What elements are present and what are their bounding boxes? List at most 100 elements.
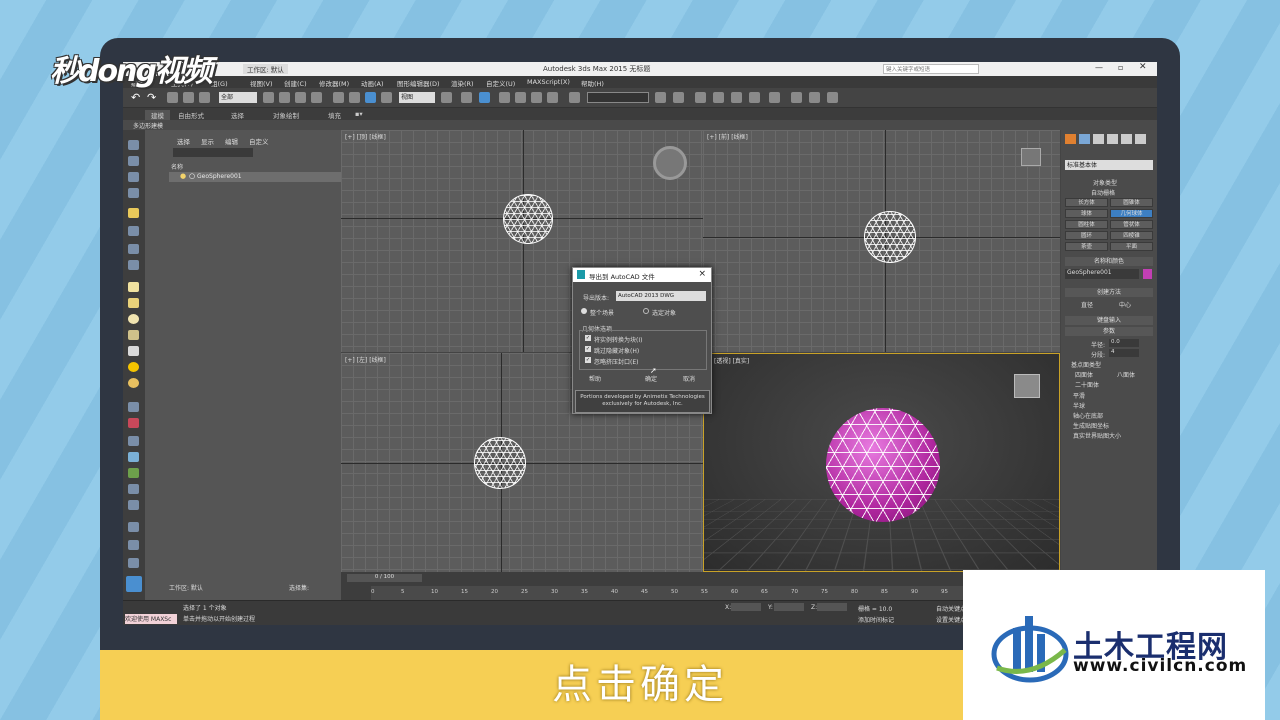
center-radio[interactable]: 中心 bbox=[1119, 300, 1131, 309]
search-input[interactable]: 键入关键字或短语 bbox=[883, 64, 979, 74]
octa-radio[interactable]: 八面体 bbox=[1117, 370, 1135, 379]
rendered-frame-icon[interactable] bbox=[809, 92, 820, 103]
plane-button[interactable]: 平面 bbox=[1110, 242, 1153, 251]
tube-button[interactable]: 管状体 bbox=[1110, 220, 1153, 229]
close-button[interactable]: ✕ bbox=[1139, 62, 1147, 72]
placement-icon[interactable] bbox=[381, 92, 392, 103]
segments-input[interactable]: 4 bbox=[1109, 349, 1139, 357]
edit-named-selection-icon[interactable] bbox=[569, 92, 580, 103]
menu-view[interactable]: 视图(V) bbox=[250, 78, 273, 88]
geosphere-front[interactable] bbox=[864, 211, 916, 263]
layer-explorer-icon[interactable] bbox=[695, 92, 706, 103]
display-tab-icon[interactable] bbox=[1121, 134, 1132, 144]
bind-spacewarp-icon[interactable] bbox=[199, 92, 210, 103]
left-tool-icon[interactable] bbox=[128, 188, 139, 198]
maxscript-listener[interactable]: 欢迎使用 MAXSc bbox=[125, 614, 177, 624]
menu-customize[interactable]: 自定义(U) bbox=[486, 78, 515, 88]
scene-tab-edit[interactable]: 编辑 bbox=[225, 136, 238, 146]
cone-button[interactable]: 圆锥体 bbox=[1110, 198, 1153, 207]
category-dropdown[interactable]: 标准基本体 bbox=[1065, 160, 1153, 170]
workspace-label[interactable]: 工作区: 默认 bbox=[243, 64, 288, 74]
named-selection-set-dropdown[interactable] bbox=[587, 92, 649, 103]
ignore-caps-checkbox[interactable]: ✓ bbox=[585, 357, 591, 363]
viewport-left-label[interactable]: [+] [左] [线框] bbox=[345, 355, 386, 364]
geosphere-top[interactable] bbox=[503, 194, 553, 244]
scene-tab-select[interactable]: 选择 bbox=[177, 136, 190, 146]
hemisphere-checkbox[interactable]: 半球 bbox=[1073, 401, 1085, 410]
maximize-button[interactable]: ▫ bbox=[1118, 63, 1123, 72]
scene-tab-customize[interactable]: 自定义 bbox=[249, 136, 269, 146]
rect-region-icon[interactable] bbox=[295, 92, 306, 103]
y-coordinate-input[interactable] bbox=[774, 603, 804, 611]
set-key-button[interactable]: 设置关键点 bbox=[936, 615, 966, 624]
ribbon-tab-modeling[interactable]: 建模 bbox=[145, 110, 170, 120]
motion-tab-icon[interactable] bbox=[1107, 134, 1118, 144]
skip-hidden-checkbox[interactable]: ✓ bbox=[585, 346, 591, 352]
creation-method-rollout[interactable]: 创建方法 bbox=[1065, 288, 1153, 297]
tetra-radio[interactable]: 四面体 bbox=[1075, 370, 1093, 379]
x-coordinate-input[interactable] bbox=[731, 603, 761, 611]
reference-coord-dropdown[interactable]: 视图 bbox=[399, 92, 435, 103]
align-icon[interactable] bbox=[673, 92, 684, 103]
real-map-checkbox[interactable]: 真实世界贴图大小 bbox=[1073, 431, 1121, 440]
icosa-radio[interactable]: 二十面体 bbox=[1075, 380, 1099, 389]
link-icon[interactable] bbox=[167, 92, 178, 103]
scene-object-name[interactable]: GeoSphere001 bbox=[197, 173, 242, 180]
time-slider[interactable]: 0 / 100 bbox=[347, 574, 422, 582]
ribbon-polygon-modeling[interactable]: 多边形建模 bbox=[133, 121, 163, 130]
keyboard-entry-rollout[interactable]: 键盘输入 bbox=[1065, 316, 1153, 325]
left-tool-icon[interactable] bbox=[128, 140, 139, 150]
menu-graph-editors[interactable]: 图形编辑器(D) bbox=[397, 78, 440, 88]
grid-toggle-icon[interactable] bbox=[126, 576, 142, 592]
left-tool-icon[interactable] bbox=[128, 436, 139, 446]
geosphere-perspective[interactable] bbox=[826, 408, 940, 522]
hierarchy-tab-icon[interactable] bbox=[1093, 134, 1104, 144]
rotate-icon[interactable] bbox=[349, 92, 360, 103]
snaps-toggle-icon[interactable] bbox=[499, 92, 510, 103]
left-tool-icon[interactable] bbox=[128, 418, 139, 428]
modify-tab-icon[interactable] bbox=[1079, 134, 1090, 144]
cancel-button[interactable]: 取消 bbox=[671, 375, 707, 385]
convert-instances-checkbox[interactable]: ✓ bbox=[585, 335, 591, 341]
left-tool-icon[interactable] bbox=[128, 522, 139, 532]
ok-button[interactable]: 确定 bbox=[633, 375, 669, 385]
menu-group[interactable]: 组(G) bbox=[211, 78, 228, 88]
teapot-icon[interactable] bbox=[128, 330, 139, 340]
object-type-header[interactable]: 对象类型 bbox=[1093, 178, 1117, 187]
render-production-icon[interactable] bbox=[827, 92, 838, 103]
left-tool-icon[interactable] bbox=[128, 260, 139, 270]
light-icon[interactable] bbox=[128, 208, 139, 218]
redo-icon[interactable]: ↷ bbox=[147, 91, 156, 104]
viewcube-icon[interactable] bbox=[653, 146, 687, 180]
selected-objects-radio[interactable] bbox=[643, 308, 649, 314]
geosphere-left[interactable] bbox=[474, 437, 526, 489]
curve-editor-icon[interactable] bbox=[731, 92, 742, 103]
parameters-rollout[interactable]: 参数 bbox=[1065, 327, 1153, 336]
select-manipulate-icon[interactable] bbox=[461, 92, 472, 103]
scale-icon[interactable] bbox=[365, 92, 376, 103]
pyramid-button[interactable]: 四棱锥 bbox=[1110, 231, 1153, 240]
menu-maxscript[interactable]: MAXScript(X) bbox=[527, 78, 570, 86]
ribbon-tab-freeform[interactable]: 自由形式 bbox=[178, 110, 204, 120]
pivot-icon[interactable] bbox=[441, 92, 452, 103]
viewcube-icon[interactable] bbox=[1021, 148, 1041, 166]
selection-filter-dropdown[interactable]: 全部 bbox=[219, 92, 257, 103]
left-tool-icon[interactable] bbox=[128, 226, 139, 236]
geosphere-button[interactable]: 几何球体 bbox=[1110, 209, 1153, 218]
viewport-persp-label[interactable]: [透视] [真实] bbox=[714, 356, 749, 365]
left-tool-icon[interactable] bbox=[128, 484, 139, 494]
box-button[interactable]: 长方体 bbox=[1065, 198, 1108, 207]
sun-icon[interactable] bbox=[128, 362, 139, 372]
angle-snap-icon[interactable] bbox=[515, 92, 526, 103]
object-color-swatch[interactable] bbox=[1143, 269, 1152, 279]
select-icon[interactable] bbox=[263, 92, 274, 103]
left-tool-icon[interactable] bbox=[128, 500, 139, 510]
smooth-checkbox[interactable]: 平滑 bbox=[1073, 391, 1085, 400]
menu-create[interactable]: 创建(C) bbox=[284, 78, 307, 88]
gen-map-checkbox[interactable]: 生成贴图坐标 bbox=[1073, 421, 1109, 430]
auto-key-button[interactable]: 自动关键点 bbox=[936, 604, 966, 613]
left-tool-icon[interactable] bbox=[128, 540, 139, 550]
cylinder-button[interactable]: 圆柱体 bbox=[1065, 220, 1108, 229]
viewport-perspective[interactable]: [透视] [真实] bbox=[703, 353, 1060, 572]
ribbon-tab-object-paint[interactable]: 对象绘制 bbox=[273, 110, 299, 120]
